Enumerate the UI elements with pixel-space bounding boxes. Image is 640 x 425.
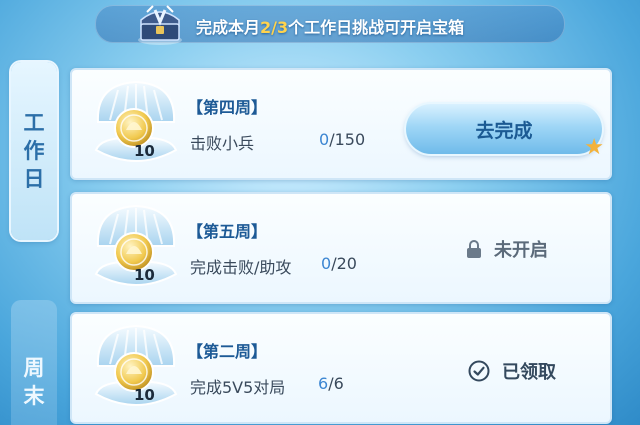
starfish-icon: ★: [584, 135, 604, 160]
task-progress: 0/20: [321, 254, 357, 273]
task-week: 【第二周】: [187, 342, 268, 361]
banner-text: 完成本月2/3个工作日挑战可开启宝箱: [196, 18, 465, 37]
task-week: 【第五周】: [187, 222, 268, 241]
task-progress: 6/6: [318, 374, 344, 393]
task-week: 【第四周】: [187, 98, 268, 117]
treasure-chest-icon[interactable]: [133, 2, 187, 46]
lock-icon: [467, 240, 481, 258]
reward-shell-icon: 10: [90, 320, 182, 420]
task-card: 10 【第五周】 完成击败/助攻 0/20 未开启: [70, 192, 612, 304]
tab-weekday-char: 工: [23, 111, 45, 135]
tab-weekday-char: 日: [23, 167, 45, 191]
task-description: 完成5V5对局: [190, 378, 286, 397]
reward-amount: 10: [134, 142, 155, 160]
reward-amount: 10: [134, 386, 155, 404]
go-complete-label: 去完成: [475, 119, 533, 142]
tab-weekend-char: 周: [23, 356, 45, 380]
reward-shell-icon: 10: [90, 76, 182, 176]
banner-count: 2/3: [260, 18, 289, 37]
task-card: 10 【第二周】 完成5V5对局 6/6 已领取: [70, 312, 612, 424]
status-label: 未开启: [494, 240, 548, 261]
tab-weekday[interactable]: 工 作 日: [11, 62, 57, 240]
check-circle-icon: [468, 360, 490, 382]
task-description: 击败小兵: [190, 134, 255, 153]
tab-weekday-char: 作: [23, 139, 45, 163]
task-card: 10 【第四周】 击败小兵 0/150 去完成 ★: [70, 68, 612, 180]
reward-shell-icon: 10: [90, 200, 182, 300]
task-description: 完成击败/助攻: [190, 258, 292, 277]
status-label: 已领取: [502, 362, 556, 383]
reward-amount: 10: [134, 266, 155, 284]
status-locked: 未开启: [466, 236, 548, 262]
status-claimed: 已领取: [468, 358, 556, 384]
tab-weekend-char: 末: [23, 384, 45, 408]
go-complete-button[interactable]: 去完成 ★: [406, 104, 604, 160]
task-progress: 0/150: [319, 130, 366, 149]
tab-weekend[interactable]: 周 末: [11, 300, 57, 425]
